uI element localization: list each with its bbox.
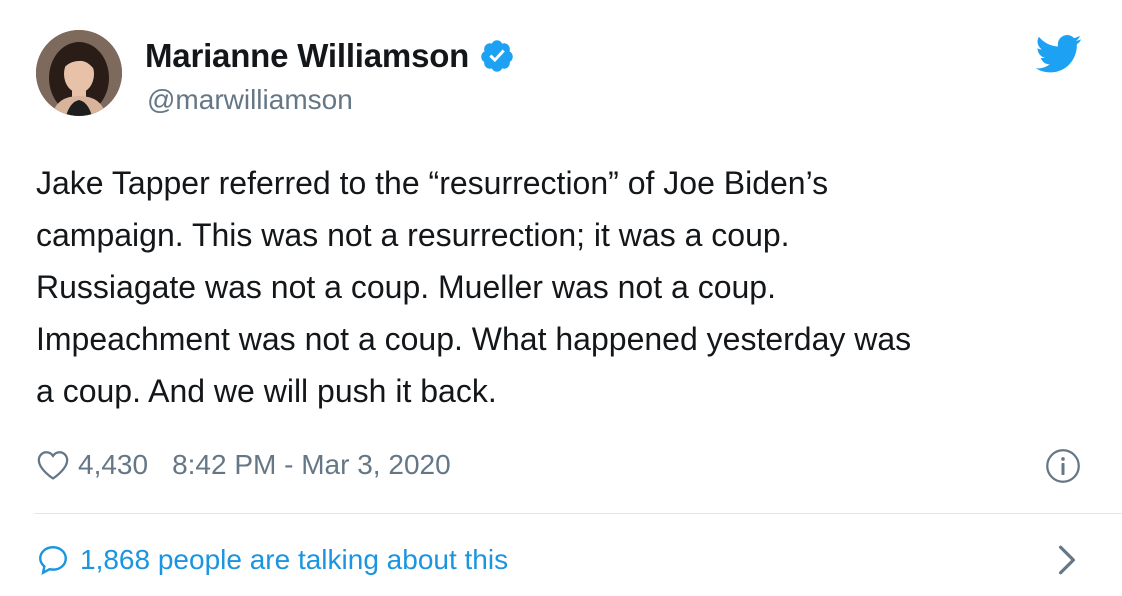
avatar-image [36,30,122,116]
author-display-name[interactable]: Marianne Williamson [145,37,469,75]
chevron-right-icon[interactable] [1057,544,1077,576]
like-count[interactable]: 4,430 [78,449,148,481]
conversation-link[interactable]: 1,868 people are talking about this [36,540,508,580]
divider [34,513,1122,514]
talking-label[interactable]: 1,868 people are talking about this [80,544,508,576]
twitter-bird-icon[interactable] [1035,34,1082,74]
heart-icon[interactable] [36,449,70,481]
author-handle[interactable]: @marwilliamson [147,84,353,116]
verified-badge-icon [479,38,515,74]
author-name-row: Marianne Williamson [145,33,515,79]
info-icon[interactable] [1045,448,1081,484]
avatar[interactable] [36,30,122,116]
tweet-meta-row: 4,430 8:42 PM - Mar 3, 2020 [36,445,451,485]
tweet-timestamp[interactable]: 8:42 PM - Mar 3, 2020 [172,449,451,481]
tweet-text: Jake Tapper referred to the “resurrectio… [36,165,912,409]
speech-bubble-icon [36,543,70,577]
tweet-card: Marianne Williamson @marwilliamson Jake … [0,0,1122,596]
